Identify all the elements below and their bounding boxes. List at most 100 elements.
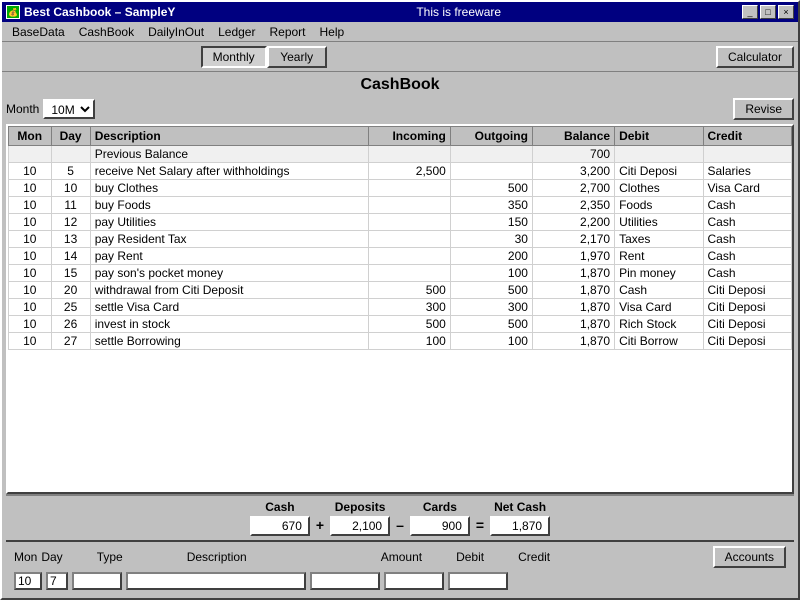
cell-day: 27 [51, 333, 90, 350]
cell-balance: 2,350 [532, 197, 614, 214]
netcash-value: 1,870 [490, 516, 550, 536]
entry-desc-label: Description [187, 550, 247, 564]
cell-incoming [368, 265, 450, 282]
cell-day: 12 [51, 214, 90, 231]
entry-amount-input[interactable] [310, 572, 380, 590]
cell-outgoing [450, 163, 532, 180]
menu-help[interactable]: Help [314, 23, 351, 41]
minimize-button[interactable]: _ [742, 5, 758, 19]
cell-incoming: 500 [368, 282, 450, 299]
menu-dailyinout[interactable]: DailyInOut [142, 23, 210, 41]
month-label: Month [6, 102, 39, 116]
cell-desc: settle Visa Card [90, 299, 368, 316]
monthly-button[interactable]: Monthly [201, 46, 267, 68]
close-button[interactable]: × [778, 5, 794, 19]
op3: = [476, 503, 484, 533]
cell-balance: 1,970 [532, 248, 614, 265]
cell-incoming [368, 197, 450, 214]
menu-bar: BaseData CashBook DailyInOut Ledger Repo… [2, 22, 798, 42]
month-select-group: Month 10M 1M2M3M4M 5M6M7M8M 9M11M12M [6, 99, 95, 119]
cell-mon: 10 [9, 299, 52, 316]
table-row[interactable]: 10 27 settle Borrowing 100 100 1,870 Cit… [9, 333, 792, 350]
maximize-button[interactable]: □ [760, 5, 776, 19]
main-window: 💰 Best Cashbook – SampleY This is freewa… [0, 0, 800, 600]
cell-outgoing: 500 [450, 316, 532, 333]
entry-amount-label: Amount [381, 550, 422, 564]
table-row[interactable]: 10 14 pay Rent 200 1,970 Rent Cash [9, 248, 792, 265]
cell-desc: pay Resident Tax [90, 231, 368, 248]
menu-report[interactable]: Report [263, 23, 311, 41]
cell-mon: 10 [9, 282, 52, 299]
table-row[interactable]: 10 20 withdrawal from Citi Deposit 500 5… [9, 282, 792, 299]
table-header-row: Mon Day Description Incoming Outgoing Ba… [9, 127, 792, 146]
cards-group: Cards 900 [410, 500, 470, 536]
title-bar-left: 💰 Best Cashbook – SampleY [6, 5, 175, 19]
cell-balance: 1,870 [532, 333, 614, 350]
deposits-group: Deposits 2,100 [330, 500, 390, 536]
cell-debit: Utilities [615, 214, 703, 231]
summary-area: Cash 670 + Deposits 2,100 – Cards 900 = … [6, 494, 794, 540]
cell-debit: Rent [615, 248, 703, 265]
cell-debit: Taxes [615, 231, 703, 248]
cell-incoming [368, 248, 450, 265]
cell-outgoing: 350 [450, 197, 532, 214]
entry-credit-label: Credit [518, 550, 550, 564]
table-row[interactable]: 10 5 receive Net Salary after withholdin… [9, 163, 792, 180]
entry-mon-input[interactable] [14, 572, 42, 590]
cell-day: 13 [51, 231, 90, 248]
cell-credit: Cash [703, 231, 792, 248]
entry-day-input[interactable] [46, 572, 68, 590]
yearly-button[interactable]: Yearly [267, 46, 327, 68]
cell-credit: Visa Card [703, 180, 792, 197]
cell-debit: Pin money [615, 265, 703, 282]
cell-incoming: 500 [368, 316, 450, 333]
cell-mon: 10 [9, 265, 52, 282]
cell-balance: 1,870 [532, 299, 614, 316]
table-row[interactable]: 10 13 pay Resident Tax 30 2,170 Taxes Ca… [9, 231, 792, 248]
cell-incoming: 2,500 [368, 163, 450, 180]
entry-desc-input[interactable] [126, 572, 306, 590]
cell-outgoing: 30 [450, 231, 532, 248]
cell-desc: settle Borrowing [90, 333, 368, 350]
cell-outgoing [450, 146, 532, 163]
table-row[interactable]: 10 25 settle Visa Card 300 300 1,870 Vis… [9, 299, 792, 316]
menu-ledger[interactable]: Ledger [212, 23, 261, 41]
col-header-day: Day [51, 127, 90, 146]
revise-button[interactable]: Revise [733, 98, 794, 120]
entry-type-input[interactable] [72, 572, 122, 590]
cell-debit: Citi Borrow [615, 333, 703, 350]
table-row[interactable]: 10 15 pay son's pocket money 100 1,870 P… [9, 265, 792, 282]
month-select[interactable]: 10M 1M2M3M4M 5M6M7M8M 9M11M12M [43, 99, 95, 119]
cell-mon: 10 [9, 197, 52, 214]
entry-mon-label: Mon [14, 550, 37, 564]
table-row[interactable]: 10 10 buy Clothes 500 2,700 Clothes Visa… [9, 180, 792, 197]
accounts-button[interactable]: Accounts [713, 546, 786, 568]
netcash-label: Net Cash [494, 500, 546, 514]
top-controls: Month 10M 1M2M3M4M 5M6M7M8M 9M11M12M Rev… [6, 98, 794, 120]
table-row[interactable]: 10 12 pay Utilities 150 2,200 Utilities … [9, 214, 792, 231]
cell-desc: pay son's pocket money [90, 265, 368, 282]
cell-desc: receive Net Salary after withholdings [90, 163, 368, 180]
table-row[interactable]: 10 11 buy Foods 350 2,350 Foods Cash [9, 197, 792, 214]
col-header-credit: Credit [703, 127, 792, 146]
entry-debit-input[interactable] [384, 572, 444, 590]
cell-outgoing: 100 [450, 265, 532, 282]
cell-balance: 1,870 [532, 316, 614, 333]
cell-mon: 10 [9, 231, 52, 248]
menu-basedata[interactable]: BaseData [6, 23, 71, 41]
cell-incoming [368, 214, 450, 231]
table-row[interactable]: Previous Balance 700 [9, 146, 792, 163]
entry-fields [14, 572, 786, 590]
cell-day: 25 [51, 299, 90, 316]
entry-credit-input[interactable] [448, 572, 508, 590]
cell-day: 15 [51, 265, 90, 282]
menu-cashbook[interactable]: CashBook [73, 23, 140, 41]
calculator-button[interactable]: Calculator [716, 46, 794, 68]
cell-credit: Cash [703, 248, 792, 265]
title-bar: 💰 Best Cashbook – SampleY This is freewa… [2, 2, 798, 22]
entry-debit-label: Debit [456, 550, 484, 564]
col-header-incoming: Incoming [368, 127, 450, 146]
cell-day: 11 [51, 197, 90, 214]
table-row[interactable]: 10 26 invest in stock 500 500 1,870 Rich… [9, 316, 792, 333]
cell-outgoing: 500 [450, 180, 532, 197]
